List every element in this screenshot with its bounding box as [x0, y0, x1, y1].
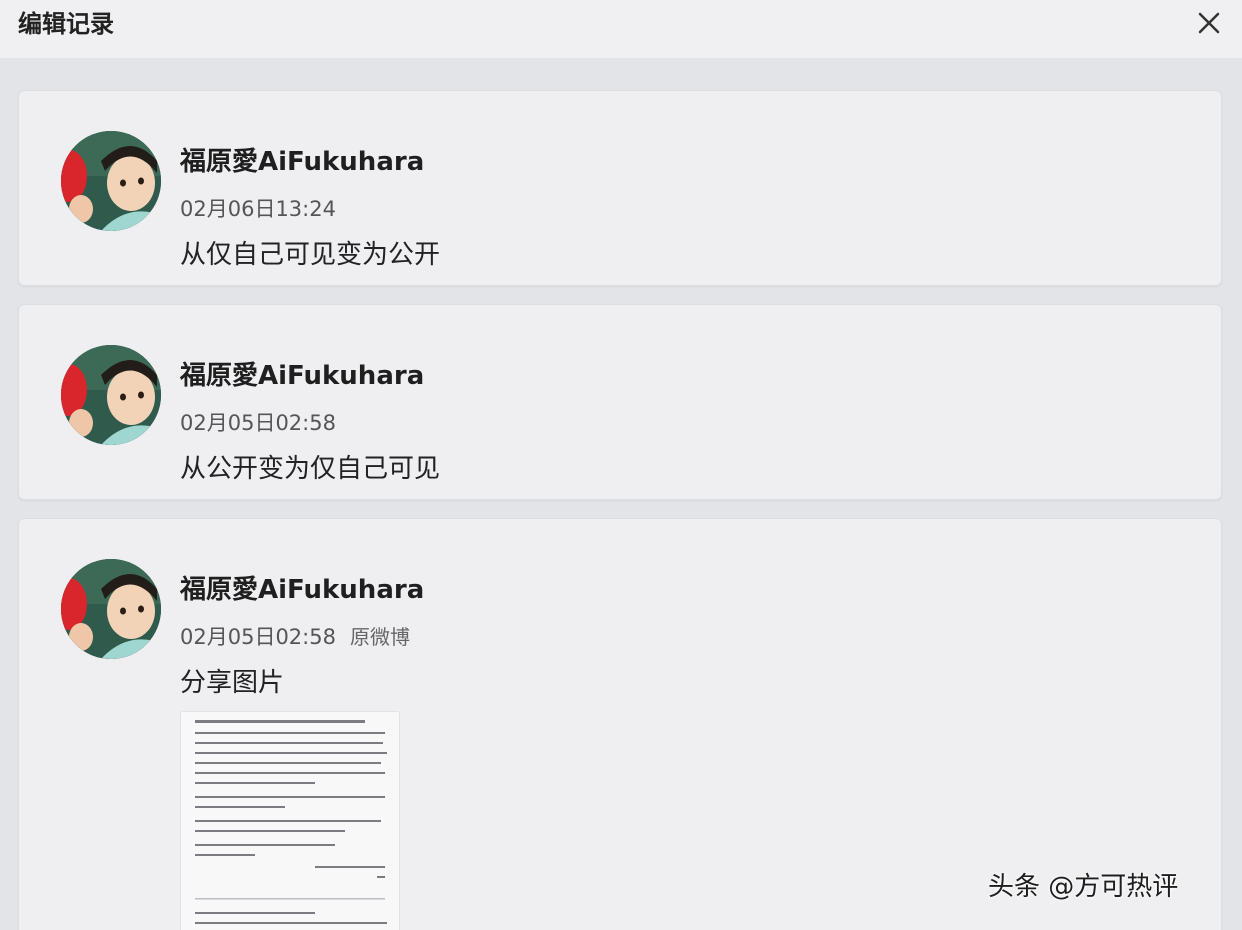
record-meta: 02月05日02:58 — [180, 407, 336, 437]
watermark-text: 头条 @方可热评 — [988, 872, 1179, 902]
avatar[interactable] — [61, 559, 161, 659]
edit-record: 福原愛AiFukuhara 02月06日13:24 从仅自己可见变为公开 — [18, 90, 1222, 286]
original-post-link[interactable]: 原微博 — [350, 625, 410, 649]
author-name[interactable]: 福原愛AiFukuhara — [180, 355, 424, 392]
edit-time: 02月05日02:58 — [180, 625, 336, 649]
close-icon[interactable] — [1192, 6, 1226, 40]
record-meta: 02月05日02:58 原微博 — [180, 621, 410, 651]
avatar[interactable] — [61, 131, 161, 231]
edit-time: 02月05日02:58 — [180, 411, 336, 435]
shared-image-thumbnail[interactable] — [180, 711, 400, 930]
dialog-title: 编辑记录 — [18, 10, 114, 38]
avatar[interactable] — [61, 345, 161, 445]
author-name[interactable]: 福原愛AiFukuhara — [180, 141, 424, 178]
record-meta: 02月06日13:24 — [180, 193, 336, 223]
edit-record: 福原愛AiFukuhara 02月05日02:58 从公开变为仅自己可见 — [18, 304, 1222, 500]
edit-time: 02月06日13:24 — [180, 197, 336, 221]
edit-history-list[interactable]: 福原愛AiFukuhara 02月06日13:24 从仅自己可见变为公开 福原愛… — [0, 58, 1242, 930]
dialog-header: 编辑记录 — [0, 0, 1242, 58]
edit-description: 从公开变为仅自己可见 — [180, 454, 441, 484]
author-name[interactable]: 福原愛AiFukuhara — [180, 569, 424, 606]
edit-description: 分享图片 — [180, 668, 285, 698]
edit-description: 从仅自己可见变为公开 — [180, 240, 441, 270]
